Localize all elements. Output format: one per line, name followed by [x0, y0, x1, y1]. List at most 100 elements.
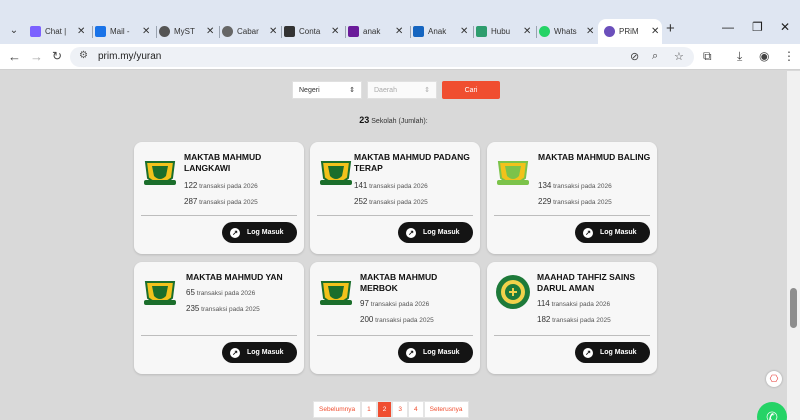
arrow-up-right-icon: ↗	[230, 227, 240, 238]
tab-cabar[interactable]: Cabar ✕	[222, 21, 277, 41]
browser-tab-strip: ⌄ Chat | ✕ Mail - ✕ MyST ✕ Cabar ✕ Conta…	[0, 0, 800, 44]
stat-label: transaksi pada 2025	[552, 317, 611, 324]
tab-chat[interactable]: Chat | ✕	[30, 21, 85, 41]
stat-2025: 252 transaksi pada 2025	[354, 197, 428, 206]
prim-favicon-icon	[604, 26, 615, 37]
whatsapp-favicon-icon	[539, 25, 550, 37]
school-name: MAKTAB MAHMUD LANGKAWI	[184, 152, 262, 173]
count-2026: 134	[538, 181, 552, 190]
forward-icon[interactable]: →	[30, 49, 43, 64]
cabar-favicon-icon	[222, 25, 233, 37]
url-text[interactable]: prim.my/yuran	[98, 51, 161, 62]
stat-2025: 182 transaksi pada 2025	[537, 315, 611, 324]
stat-label: transaksi pada 2025	[199, 199, 258, 206]
stat-label: transaksi pada 2026	[199, 183, 258, 190]
close-tab-icon[interactable]: ✕	[77, 26, 85, 37]
close-tab-icon[interactable]: ✕	[460, 26, 468, 37]
extensions-icon[interactable]: ⧉	[703, 49, 712, 64]
result-count-label: Sekolah (Jumlah):	[371, 118, 428, 125]
close-tab-icon[interactable]: ✕	[395, 26, 403, 37]
tab-myst[interactable]: MyST ✕	[159, 21, 214, 41]
page-scrollbar[interactable]	[787, 71, 800, 420]
tab-whatsapp[interactable]: Whats ✕	[539, 21, 594, 41]
zoom-icon[interactable]: ⌕	[652, 50, 658, 63]
login-label: Log Masuk	[600, 229, 637, 236]
login-label: Log Masuk	[247, 229, 284, 236]
next-page-button[interactable]: Seterusnya	[423, 401, 469, 418]
arrow-up-right-icon: ↗	[406, 347, 416, 358]
arrow-up-right-icon: ↗	[583, 347, 593, 358]
address-bar[interactable]: ⚙ prim.my/yuran ⊘ ⌕ ☆	[70, 47, 694, 67]
stat-2026: 134 transaksi pada 2026	[538, 181, 612, 190]
page-button[interactable]: 1	[361, 401, 377, 418]
login-label: Log Masuk	[600, 349, 637, 356]
scrollbar-thumb[interactable]	[790, 288, 797, 328]
login-label: Log Masuk	[423, 229, 460, 236]
prev-page-button[interactable]: Sebelumnya	[313, 401, 362, 418]
close-tab-icon[interactable]: ✕	[586, 26, 594, 37]
reload-icon[interactable]: ↻	[52, 49, 62, 63]
arrow-up-right-icon: ↗	[583, 227, 593, 238]
login-button[interactable]: ↗ Log Masuk	[222, 342, 297, 363]
tab-prim-active[interactable]: PRiM ✕	[598, 19, 662, 44]
arrow-up-right-icon: ↗	[230, 347, 240, 358]
count-2025: 287	[184, 197, 198, 206]
bookmark-star-icon[interactable]: ☆	[674, 50, 684, 63]
tab-conta[interactable]: Conta ✕	[284, 21, 339, 41]
tab-anak[interactable]: Anak ✕	[413, 21, 468, 41]
tab-search-dropdown-icon[interactable]: ⌄	[6, 22, 22, 38]
menu-kebab-icon[interactable]: ⋮	[783, 49, 795, 63]
count-2025: 252	[354, 197, 368, 206]
restore-icon[interactable]: ❐	[752, 20, 763, 34]
close-tab-icon[interactable]: ✕	[331, 26, 339, 37]
school-card: MAKTAB MAHMUD YAN 65 transaksi pada 2026…	[134, 262, 304, 374]
mail-favicon-icon	[95, 25, 106, 37]
back-icon[interactable]: ←	[8, 49, 21, 64]
divider	[317, 335, 473, 336]
stat-2026: 97 transaksi pada 2026	[360, 299, 429, 308]
divider	[141, 335, 297, 336]
login-button[interactable]: ↗ Log Masuk	[575, 342, 650, 363]
arrow-up-right-icon: ↗	[406, 227, 416, 238]
page-button[interactable]: 3	[392, 401, 409, 418]
stat-label: transaksi pada 2025	[553, 199, 612, 206]
tab-mail[interactable]: Mail - ✕	[95, 21, 150, 41]
browser-toolbar: ← → ↻ ⚙ prim.my/yuran ⊘ ⌕ ☆ ⧉ ⤓ ◉ ⋮	[0, 44, 800, 70]
search-button[interactable]: Cari	[442, 81, 500, 99]
stat-label: transaksi pada 2026	[196, 290, 256, 297]
close-tab-icon[interactable]: ✕	[206, 26, 214, 37]
school-name: MAKTAB MAHMUD BALING	[538, 152, 651, 162]
stat-label: transaksi pada 2026	[551, 301, 611, 308]
close-window-icon[interactable]: ✕	[780, 20, 790, 34]
profile-icon[interactable]: ◉	[759, 49, 769, 63]
minimize-icon[interactable]: —	[722, 20, 734, 34]
school-crest-icon	[497, 161, 529, 185]
close-tab-icon[interactable]: ✕	[523, 26, 531, 37]
stat-2026: 114 transaksi pada 2026	[537, 299, 610, 308]
login-button[interactable]: ↗ Log Masuk	[398, 342, 473, 363]
page-button[interactable]: 4	[408, 401, 424, 418]
tab-hubu[interactable]: Hubu ✕	[476, 21, 531, 41]
eye-off-icon[interactable]: ⊘	[630, 50, 639, 63]
site-info-icon[interactable]: ⚙	[79, 50, 88, 61]
pdf-icon[interactable]: ⎔	[766, 371, 782, 387]
whatsapp-chat-icon[interactable]: ✆	[757, 402, 787, 420]
close-tab-icon[interactable]: ✕	[142, 26, 150, 37]
login-button[interactable]: ↗ Log Masuk	[398, 222, 473, 243]
login-button[interactable]: ↗ Log Masuk	[222, 222, 297, 243]
district-select[interactable]: Daerah ⇕	[367, 81, 437, 99]
download-icon[interactable]: ⤓	[737, 49, 742, 64]
close-tab-icon[interactable]: ✕	[269, 26, 277, 37]
count-2025: 229	[538, 197, 552, 206]
school-crest-icon	[144, 281, 176, 305]
close-tab-icon[interactable]: ✕	[651, 26, 659, 37]
tab-title: Cabar	[237, 26, 259, 36]
tab-anak-yahoo[interactable]: anak ✕	[348, 21, 403, 41]
stat-2025: 229 transaksi pada 2025	[538, 197, 612, 206]
anak-favicon-icon	[413, 25, 424, 37]
page-button-current[interactable]: 2	[376, 401, 393, 418]
login-button[interactable]: ↗ Log Masuk	[575, 222, 650, 243]
state-select[interactable]: Negeri ⇕	[292, 81, 362, 99]
new-tab-button[interactable]: +	[666, 20, 675, 37]
school-crest-icon	[144, 161, 176, 185]
